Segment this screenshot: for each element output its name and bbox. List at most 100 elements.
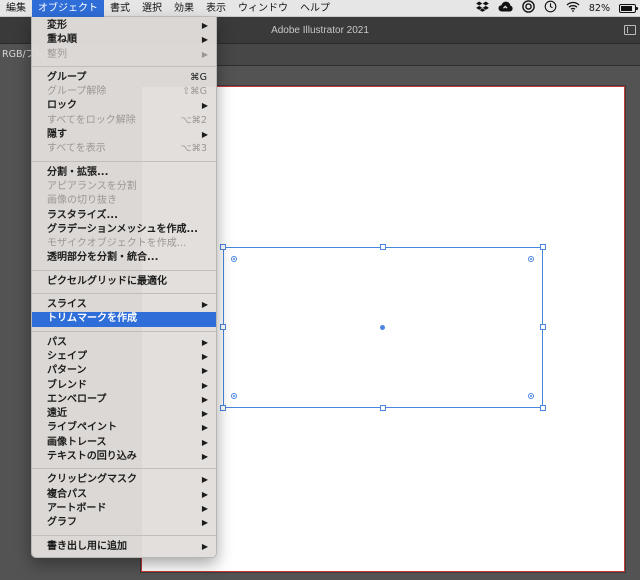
- menu-item[interactable]: ブレンド ▶: [32, 379, 216, 393]
- bounding-box-handle-middle-left[interactable]: [220, 324, 226, 330]
- battery-icon[interactable]: [619, 4, 638, 13]
- submenu-arrow-icon: ▶: [201, 351, 208, 361]
- submenu-arrow-icon: ▶: [201, 423, 208, 433]
- menu-item[interactable]: シェイプ ▶: [32, 350, 216, 364]
- menu-separator: [32, 65, 216, 67]
- bounding-box-handle-top-center[interactable]: [380, 244, 386, 250]
- center-point: [380, 325, 385, 330]
- dropbox-icon[interactable]: [475, 0, 489, 17]
- menu-item-label: パス: [47, 336, 67, 348]
- menu-item-label: トリムマークを作成: [47, 313, 137, 325]
- live-corner-widget-top-left[interactable]: [231, 256, 237, 262]
- menu-item-label: グラデーションメッシュを作成...: [47, 223, 198, 235]
- menubar-edit[interactable]: 編集: [0, 0, 32, 17]
- menu-item[interactable]: トリムマークを作成: [32, 312, 216, 327]
- menu-item-label: 重ね順: [47, 34, 77, 46]
- panel-toggle-icon[interactable]: [624, 25, 636, 35]
- menu-item[interactable]: テキストの回り込み ▶: [32, 450, 216, 464]
- menu-item-label: グループ解除: [47, 86, 107, 98]
- menu-item-label: クリッピングマスク: [47, 474, 137, 486]
- menu-item[interactable]: 隠す ▶: [32, 128, 216, 142]
- submenu-arrow-icon: ▶: [201, 35, 208, 45]
- menu-item[interactable]: スライス ▶: [32, 298, 216, 312]
- menu-item-label: 分割・拡張...: [47, 166, 109, 178]
- menubar-effect[interactable]: 効果: [168, 0, 200, 17]
- time-machine-icon[interactable]: [544, 0, 557, 18]
- menu-item: 画像の切り抜き: [32, 194, 216, 208]
- status-icons: 82%: [475, 0, 640, 18]
- menu-item-shortcut: ⌘G: [190, 71, 207, 83]
- menu-item-label: テキストの回り込み: [47, 451, 137, 463]
- live-corner-widget-bottom-left[interactable]: [231, 393, 237, 399]
- wifi-icon[interactable]: [566, 0, 580, 17]
- bounding-box-handle-bottom-right[interactable]: [540, 405, 546, 411]
- menu-item[interactable]: ロック ▶: [32, 99, 216, 113]
- creative-cloud-icon[interactable]: [498, 0, 513, 17]
- menu-item-label: ピクセルグリッドに最適化: [47, 275, 167, 287]
- menubar-window[interactable]: ウィンドウ: [232, 0, 294, 17]
- menu-item[interactable]: エンベロープ ▶: [32, 393, 216, 407]
- menu-item[interactable]: グラデーションメッシュを作成...: [32, 223, 216, 237]
- menu-item-label: ロック: [47, 100, 77, 112]
- bounding-box-handle-middle-right[interactable]: [540, 324, 546, 330]
- menu-item-label: 書き出し用に追加: [47, 540, 127, 552]
- bounding-box-handle-bottom-center[interactable]: [380, 405, 386, 411]
- menu-item-label: 画像トレース: [47, 436, 107, 448]
- live-corner-widget-top-right[interactable]: [528, 256, 534, 262]
- menu-item: すべてを表示 ⌥⌘3: [32, 142, 216, 156]
- submenu-arrow-icon: ▶: [201, 21, 208, 30]
- menu-separator: [32, 534, 216, 536]
- menubar-help[interactable]: ヘルプ: [294, 0, 336, 17]
- menu-item-label: 画像の切り抜き: [47, 195, 117, 207]
- menu-item[interactable]: パターン ▶: [32, 364, 216, 378]
- menu-item[interactable]: 画像トレース ▶: [32, 436, 216, 450]
- menu-item-label: 隠す: [47, 129, 67, 141]
- menu-item[interactable]: アートボード ▶: [32, 502, 216, 516]
- menu-item[interactable]: ライブペイント ▶: [32, 421, 216, 435]
- menu-item[interactable]: ラスタライズ...: [32, 209, 216, 223]
- menu-item: モザイクオブジェクトを作成...: [32, 237, 216, 251]
- menu-item[interactable]: 変形 ▶: [32, 19, 216, 33]
- submenu-arrow-icon: ▶: [201, 394, 208, 404]
- menu-separator: [32, 269, 216, 271]
- submenu-arrow-icon: ▶: [201, 366, 208, 376]
- menu-item-label: パターン: [47, 365, 87, 377]
- menu-item-label: 透明部分を分割・統合...: [47, 252, 159, 264]
- bounding-box-handle-top-left[interactable]: [220, 244, 226, 250]
- menu-item-label: グラフ: [47, 517, 77, 529]
- bounding-box-handle-top-right[interactable]: [540, 244, 546, 250]
- menu-item[interactable]: 分割・拡張...: [32, 166, 216, 180]
- menu-item[interactable]: クリッピングマスク ▶: [32, 473, 216, 487]
- menu-item[interactable]: グラフ ▶: [32, 516, 216, 530]
- menu-item[interactable]: ピクセルグリッドに最適化: [32, 275, 216, 289]
- menu-item[interactable]: グループ ⌘G: [32, 71, 216, 85]
- menu-item[interactable]: 複合パス ▶: [32, 488, 216, 502]
- menu-item-label: 遠近: [47, 408, 67, 420]
- menu-item[interactable]: 書き出し用に追加 ▶: [32, 540, 216, 554]
- menu-item-shortcut: ⌥⌘3: [180, 143, 208, 155]
- menu-item[interactable]: 透明部分を分割・統合...: [32, 251, 216, 265]
- menu-item-label: シェイプ: [47, 350, 87, 362]
- menubar-type[interactable]: 書式: [104, 0, 136, 17]
- menu-item-label: 整列: [47, 48, 67, 60]
- menu-item-label: エンベロープ: [47, 393, 107, 405]
- menu-item[interactable]: 重ね順 ▶: [32, 33, 216, 47]
- submenu-arrow-icon: ▶: [201, 518, 208, 528]
- cc-circle-icon[interactable]: [522, 0, 535, 18]
- menubar-view[interactable]: 表示: [200, 0, 232, 17]
- live-corner-widget-bottom-right[interactable]: [528, 393, 534, 399]
- menu-item-label: 複合パス: [47, 488, 87, 500]
- menu-item[interactable]: 遠近 ▶: [32, 407, 216, 421]
- menubar-select[interactable]: 選択: [136, 0, 168, 17]
- menu-separator: [32, 160, 216, 162]
- submenu-arrow-icon: ▶: [201, 101, 208, 111]
- menu-item-label: ラスタライズ...: [47, 209, 118, 221]
- menubar-object[interactable]: オブジェクト: [32, 0, 104, 17]
- bounding-box-handle-bottom-left[interactable]: [220, 405, 226, 411]
- menu-separator: [32, 468, 216, 470]
- submenu-arrow-icon: ▶: [201, 475, 208, 485]
- submenu-arrow-icon: ▶: [201, 49, 208, 59]
- menu-item: グループ解除 ⇧⌘G: [32, 85, 216, 99]
- menu-item-label: グループ: [47, 71, 87, 83]
- menu-item[interactable]: パス ▶: [32, 336, 216, 350]
